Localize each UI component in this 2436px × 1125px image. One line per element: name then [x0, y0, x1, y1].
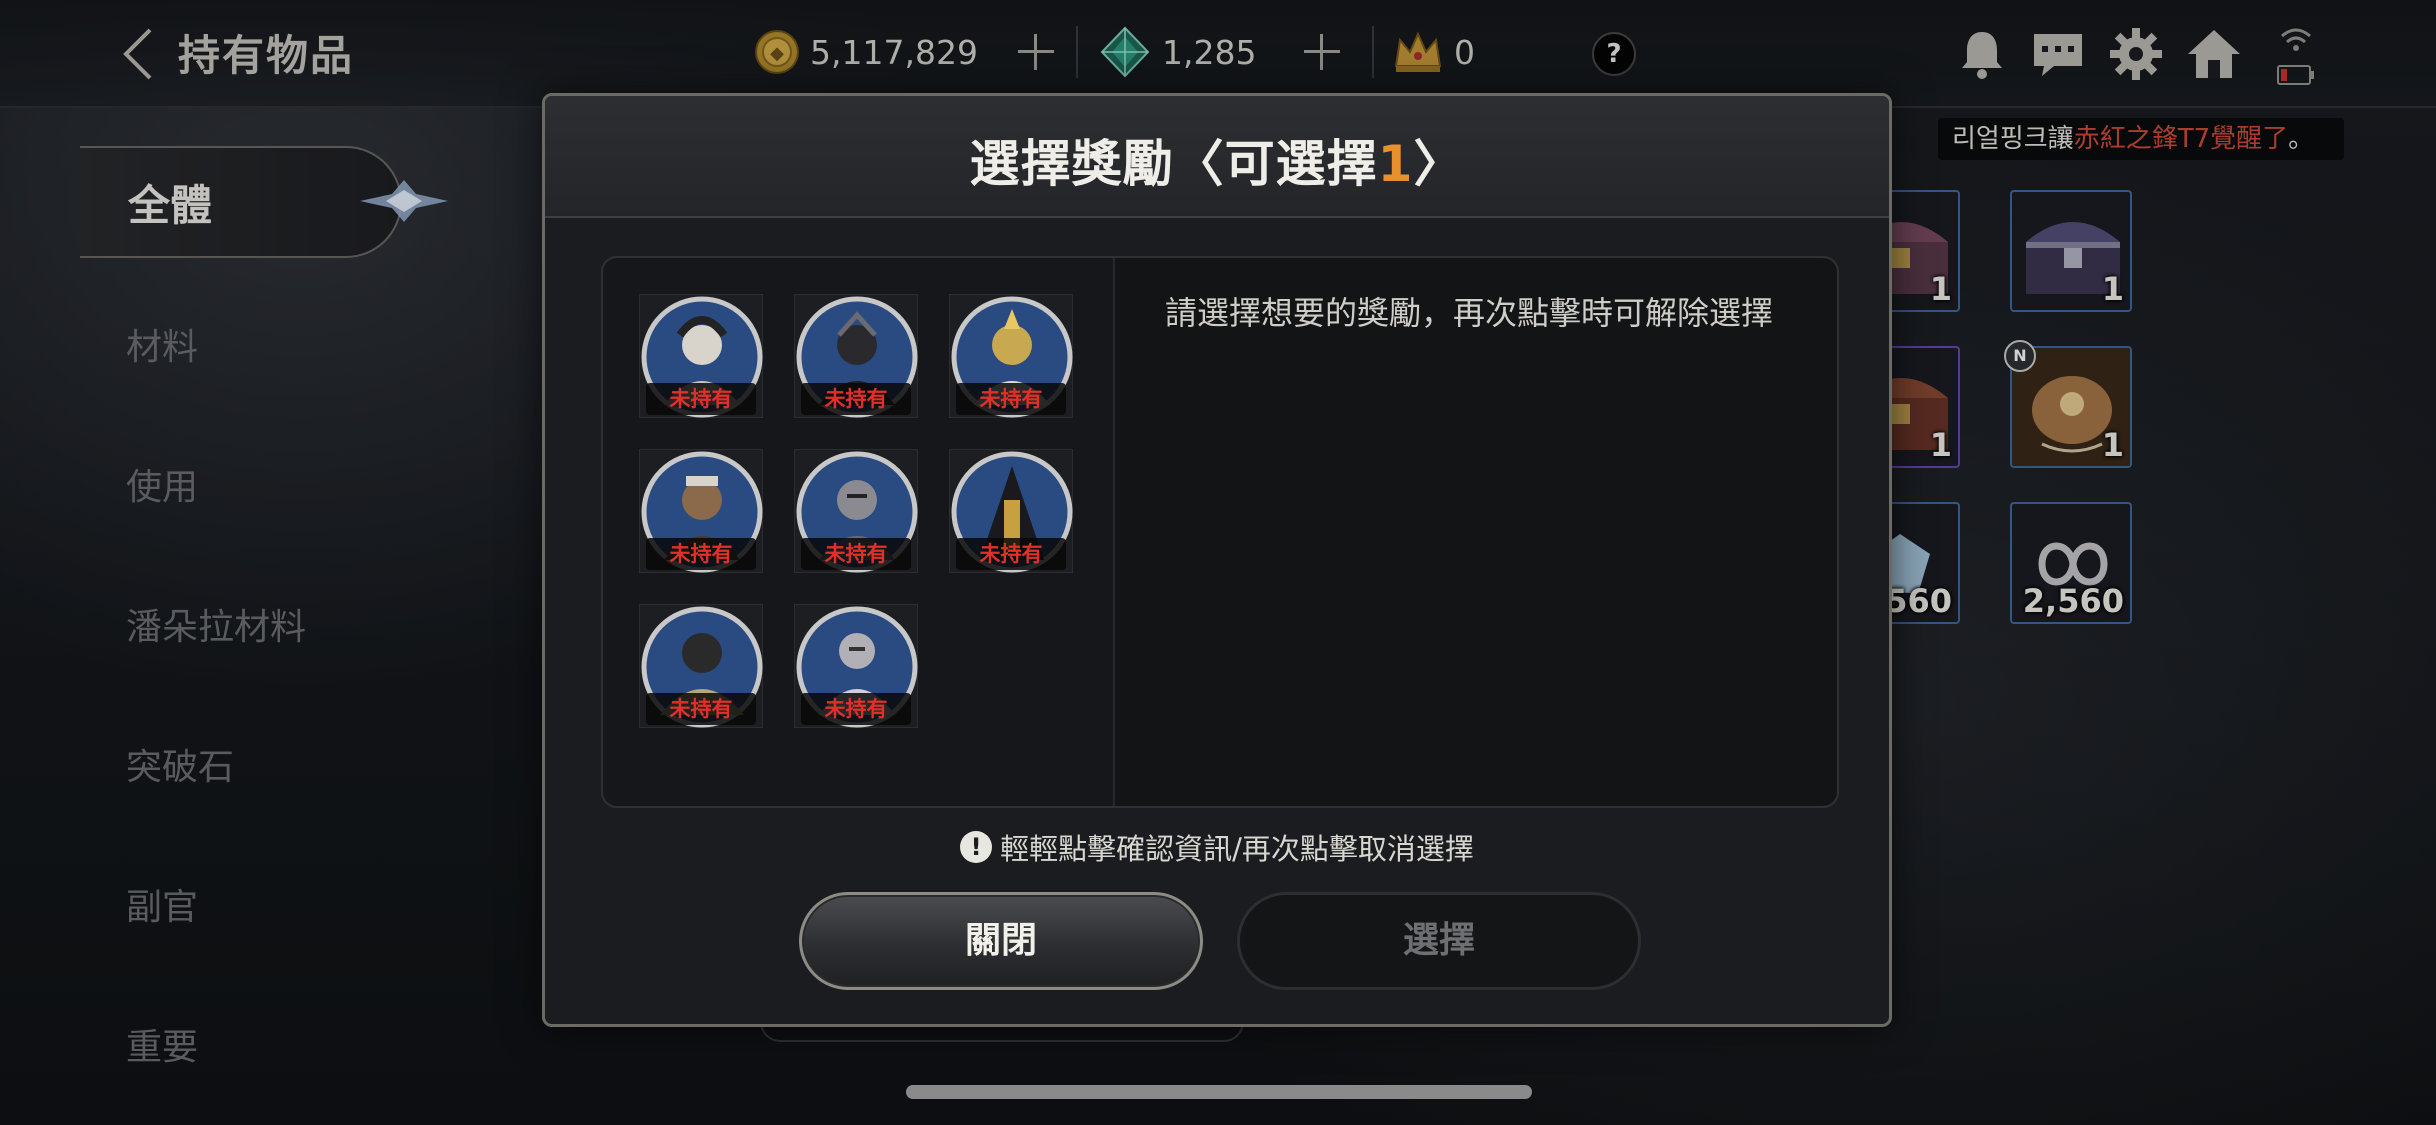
reward-card-leather-warrior[interactable]: 未持有	[639, 449, 763, 573]
not-owned-tag: 未持有	[801, 538, 911, 570]
reward-card-steel-knight[interactable]: 未持有	[794, 449, 918, 573]
not-owned-tag: 未持有	[801, 383, 911, 415]
not-owned-tag: 未持有	[801, 693, 911, 725]
reward-select-dialog: 選擇獎勵〈可選擇1〉 未持有 未持有 未持有 未持有 未持有 未持有 未持有 未…	[542, 93, 1892, 1027]
reward-grid: 未持有 未持有 未持有 未持有 未持有 未持有 未持有 未持有	[603, 258, 1113, 806]
dialog-title: 選擇獎勵〈可選擇1〉	[969, 135, 1465, 193]
hint-row: ! 輕輕點擊確認資訊/再次點擊取消選擇	[545, 826, 1889, 868]
reward-panel: 未持有 未持有 未持有 未持有 未持有 未持有 未持有 未持有 請選擇想要的獎勵…	[601, 256, 1839, 808]
home-indicator[interactable]	[906, 1085, 1532, 1099]
select-button[interactable]: 選擇	[1237, 892, 1641, 990]
reward-card-beast-warrior[interactable]: 未持有	[639, 604, 763, 728]
not-owned-tag: 未持有	[956, 538, 1066, 570]
close-button[interactable]: 關閉	[799, 892, 1203, 990]
reward-card-silver-knight[interactable]: 未持有	[794, 604, 918, 728]
dialog-header: 選擇獎勵〈可選擇1〉	[545, 96, 1889, 218]
reward-card-white-knight[interactable]: 未持有	[639, 294, 763, 418]
not-owned-tag: 未持有	[646, 383, 756, 415]
not-owned-tag: 未持有	[956, 383, 1066, 415]
selectable-count: 1	[1377, 135, 1414, 193]
hint-text: 輕輕點擊確認資訊/再次點擊取消選擇	[1000, 832, 1474, 866]
panel-divider	[1113, 258, 1115, 806]
reward-card-black-mage[interactable]: 未持有	[949, 449, 1073, 573]
reward-card-gold-paladin[interactable]: 未持有	[949, 294, 1073, 418]
not-owned-tag: 未持有	[646, 538, 756, 570]
reward-card-dark-knight[interactable]: 未持有	[794, 294, 918, 418]
reward-description: 請選擇想要的獎勵，再次點擊時可解除選擇	[1165, 294, 1774, 332]
exclamation-icon: !	[960, 831, 993, 863]
not-owned-tag: 未持有	[646, 693, 756, 725]
